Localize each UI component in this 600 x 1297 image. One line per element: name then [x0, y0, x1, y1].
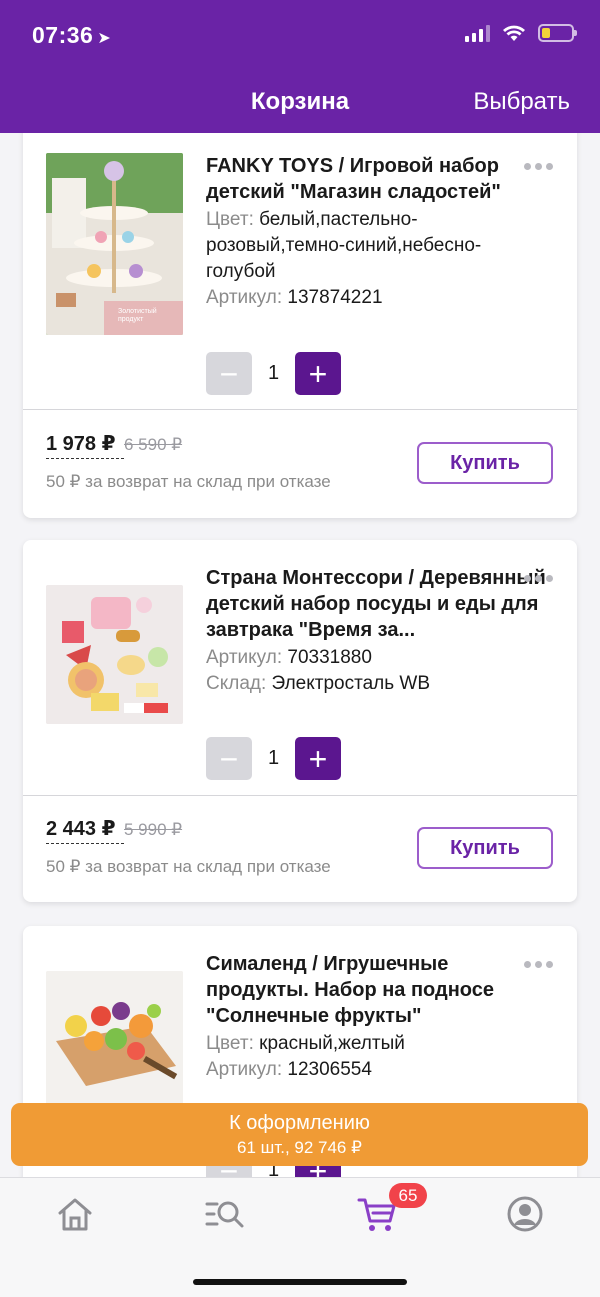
- buy-button[interactable]: Купить: [417, 442, 553, 484]
- status-time: 07:36 ➤: [32, 22, 111, 49]
- product-sku: Артикул: 70331880: [206, 645, 547, 671]
- quantity-value: 1: [267, 362, 280, 384]
- more-options-icon[interactable]: [524, 575, 553, 582]
- price-row[interactable]: 2 443 ₽ 5 990 ₽: [46, 816, 182, 844]
- decrease-button[interactable]: −: [206, 352, 252, 395]
- sku-label: Артикул:: [206, 647, 283, 668]
- sku-value: 70331880: [287, 647, 372, 668]
- price: 2 443 ₽: [46, 818, 116, 840]
- product-image[interactable]: [46, 585, 183, 724]
- product-photo: [46, 971, 183, 1110]
- cart-item: Золотистый продукт FANKY TOYS / Игровой …: [23, 120, 577, 518]
- brand-stamp: Золотистый продукт: [118, 308, 157, 323]
- old-price: 5 990 ₽: [123, 820, 183, 839]
- clock: 07:36: [32, 22, 94, 48]
- buy-button[interactable]: Купить: [417, 827, 553, 869]
- battery-icon: [538, 24, 577, 42]
- quantity-stepper: − 1 +: [206, 352, 341, 395]
- signal-icon: [465, 24, 490, 42]
- product-image[interactable]: [46, 971, 183, 1110]
- increase-button[interactable]: +: [295, 737, 341, 780]
- refund-note: 50 ₽ за возврат на склад при отказе: [46, 472, 331, 491]
- app-header: 07:36 ➤ Корзина Выбрать: [0, 0, 600, 133]
- price: 1 978 ₽: [46, 433, 116, 455]
- checkout-summary: 61 шт., 92 746 ₽: [237, 1138, 362, 1157]
- product-info: Сималенд / Игрушечные продукты. Набор на…: [206, 951, 547, 1083]
- divider: [23, 795, 577, 796]
- catalog-search-icon[interactable]: [205, 1194, 245, 1234]
- decrease-button[interactable]: −: [206, 737, 252, 780]
- product-title[interactable]: Страна Монтессори / Деревянный детский н…: [206, 565, 547, 643]
- product-photo: [46, 585, 183, 724]
- price-row[interactable]: 1 978 ₽ 6 590 ₽: [46, 431, 182, 459]
- product-image[interactable]: Золотистый продукт: [46, 153, 183, 335]
- product-info: FANKY TOYS / Игровой набор детский "Мага…: [206, 153, 547, 311]
- product-title[interactable]: Сималенд / Игрушечные продукты. Набор на…: [206, 951, 547, 1029]
- checkout-button[interactable]: К оформлению 61 шт., 92 746 ₽: [11, 1103, 588, 1166]
- select-button[interactable]: Выбрать: [473, 88, 570, 116]
- location-icon: ➤: [97, 30, 112, 47]
- price-underline: [46, 843, 124, 844]
- price-underline: [46, 458, 124, 459]
- warehouse-label: Склад:: [206, 673, 267, 694]
- cart-item: Страна Монтессори / Деревянный детский н…: [23, 540, 577, 902]
- color-label: Цвет:: [206, 1033, 254, 1054]
- profile-icon[interactable]: [505, 1194, 545, 1234]
- product-info: Страна Монтессори / Деревянный детский н…: [206, 565, 547, 697]
- sku-value: 137874221: [287, 287, 383, 308]
- home-indicator: [193, 1279, 407, 1285]
- checkout-label: К оформлению: [229, 1112, 370, 1134]
- old-price: 6 590 ₽: [123, 435, 183, 454]
- product-sku: Артикул: 12306554: [206, 1057, 547, 1083]
- warehouse-value: Электросталь WB: [271, 673, 431, 694]
- more-options-icon[interactable]: [524, 163, 553, 170]
- wifi-icon: [503, 25, 525, 41]
- home-icon[interactable]: [55, 1194, 95, 1234]
- more-options-icon[interactable]: [524, 961, 553, 968]
- quantity-value: 1: [267, 747, 280, 769]
- product-color: Цвет: белый,пастельно-розовый,темно-сини…: [206, 207, 547, 285]
- product-title[interactable]: FANKY TOYS / Игровой набор детский "Мага…: [206, 153, 547, 205]
- color-value: красный,желтый: [259, 1033, 405, 1054]
- quantity-stepper: − 1 +: [206, 737, 341, 780]
- product-color: Цвет: красный,желтый: [206, 1031, 547, 1057]
- status-icons: [465, 24, 577, 42]
- sku-value: 12306554: [287, 1059, 372, 1080]
- sku-label: Артикул:: [206, 1059, 283, 1080]
- increase-button[interactable]: +: [295, 352, 341, 395]
- product-warehouse: Склад: Электросталь WB: [206, 671, 547, 697]
- cart-count-badge: 65: [389, 1183, 427, 1208]
- sku-label: Артикул:: [206, 287, 283, 308]
- divider: [23, 409, 577, 410]
- product-sku: Артикул: 137874221: [206, 285, 547, 311]
- color-label: Цвет:: [206, 209, 254, 230]
- refund-note: 50 ₽ за возврат на склад при отказе: [46, 857, 331, 876]
